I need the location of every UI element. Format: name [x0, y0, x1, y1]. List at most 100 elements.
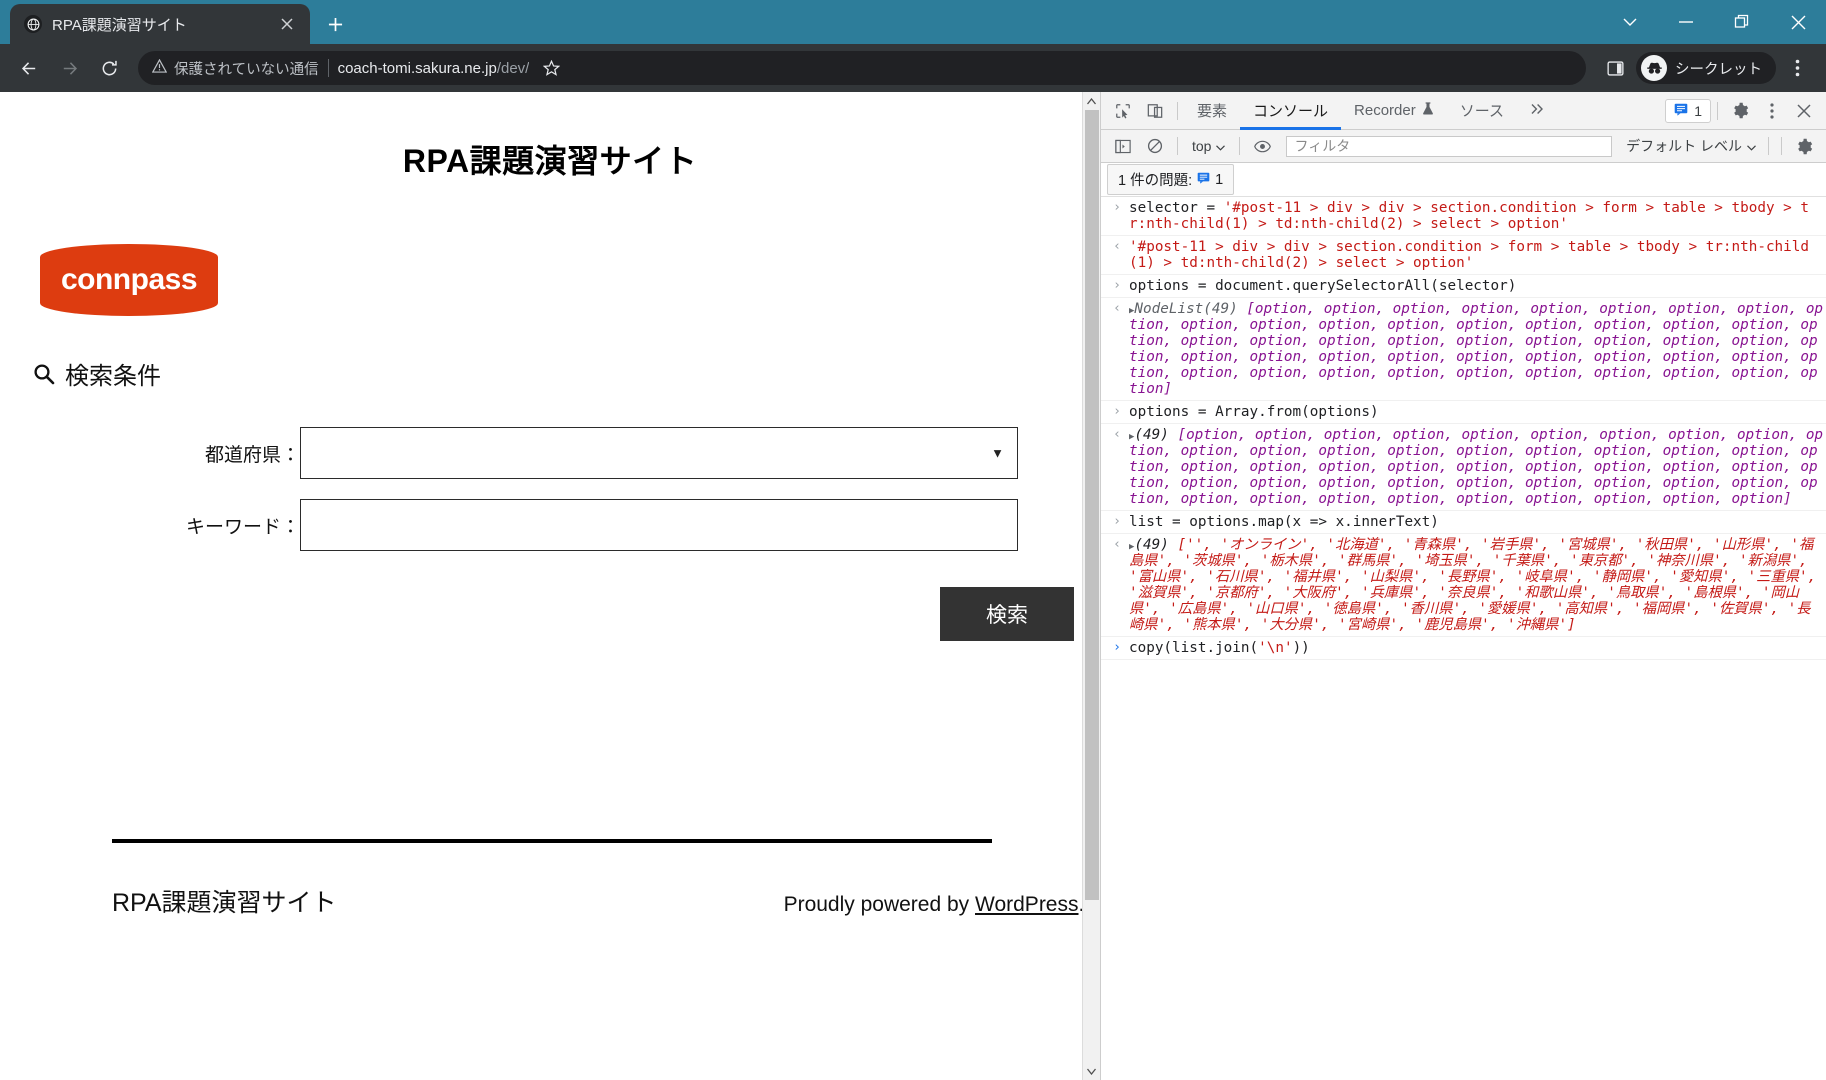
footer-site-name: RPA課題演習サイト: [112, 889, 337, 917]
console-result-string-array: ▶(49) ['', 'オンライン', '北海道', '青森県', '岩手県',…: [1129, 537, 1825, 633]
search-condition-heading: 検索条件: [0, 316, 1100, 391]
console-row-gutter-icon: ›: [1113, 404, 1121, 419]
console-row-gutter-icon: ›: [1113, 514, 1121, 529]
console-row: › list = options.map(x => x.innerText): [1101, 511, 1826, 534]
side-panel-icon[interactable]: [1596, 49, 1634, 87]
tab-console[interactable]: コンソール: [1240, 92, 1342, 130]
security-warning[interactable]: 保護されていない通信: [151, 58, 319, 79]
chevron-down-icon[interactable]: [1602, 0, 1658, 44]
device-toolbar-icon[interactable]: [1139, 96, 1171, 126]
chevron-down-icon: [1747, 138, 1756, 154]
incognito-indicator[interactable]: シークレット: [1636, 52, 1776, 84]
forward-button[interactable]: [50, 49, 88, 87]
window-controls: [1602, 0, 1826, 44]
console-filter-input[interactable]: フィルタ: [1286, 135, 1613, 157]
toolbar-right-actions: シークレット: [1596, 49, 1816, 87]
console-input-expression: options = document.querySelectorAll(sele…: [1129, 278, 1517, 294]
prefecture-select-wrapper: オンライン北海道青森県岩手県宮城県秋田県山形県福島県茨城県栃木県群馬県埼玉県千葉…: [300, 427, 1018, 479]
issues-summary-count: 1: [1215, 171, 1224, 188]
clear-console-icon[interactable]: [1139, 131, 1171, 161]
wordpress-link[interactable]: WordPress: [975, 893, 1078, 916]
tab-recorder[interactable]: Recorder: [1341, 92, 1447, 130]
filterbar-divider-2: [1239, 137, 1241, 155]
console-settings-gear-icon[interactable]: [1788, 131, 1820, 161]
tab-elements[interactable]: 要素: [1184, 92, 1240, 130]
search-form: 都道府県： オンライン北海道青森県岩手県宮城県秋田県山形県福島県茨城県栃木県群馬…: [0, 391, 1100, 641]
connpass-logo-wrapper: connpass: [0, 182, 1100, 316]
security-warning-label: 保護されていない通信: [174, 61, 319, 78]
gear-icon[interactable]: [1724, 96, 1756, 126]
toolbar-divider: [1177, 101, 1178, 120]
console-input-expression: copy(list.join('\n')): [1129, 640, 1310, 656]
console-echo-value: '#post-11 > div > div > section.conditio…: [1129, 239, 1809, 271]
url-path: /dev/: [496, 59, 530, 77]
inspect-element-icon[interactable]: [1107, 96, 1139, 126]
close-icon[interactable]: [276, 13, 298, 35]
console-input-expression: list = options.map(x => x.innerText): [1129, 514, 1439, 530]
console-result-collection: ▶(49) [option, option, option, option, o…: [1129, 427, 1824, 507]
log-level-label: デフォルト レベル: [1626, 138, 1742, 154]
browser-toolbar: 保護されていない通信 coach-tomi.sakura.ne.jp/dev/ …: [0, 44, 1826, 92]
scroll-up-arrow-icon[interactable]: [1083, 92, 1101, 110]
minimize-icon[interactable]: [1658, 0, 1714, 44]
console-row: › options = Array.from(options): [1101, 401, 1826, 424]
browser-tab[interactable]: RPA課題演習サイト: [10, 4, 310, 44]
star-icon[interactable]: [538, 55, 564, 81]
three-dot-menu-icon[interactable]: [1778, 49, 1816, 87]
tab-sources[interactable]: ソース: [1447, 92, 1517, 130]
omnibox-divider: [327, 59, 329, 77]
close-icon[interactable]: [1788, 96, 1820, 126]
console-row: ‹ '#post-11 > div > div > section.conditi…: [1101, 236, 1826, 275]
new-tab-button[interactable]: [318, 7, 352, 41]
filterbar-divider-3: [1768, 137, 1769, 155]
scrollbar-track[interactable]: [1083, 110, 1101, 1062]
close-icon[interactable]: [1770, 0, 1826, 44]
address-bar[interactable]: 保護されていない通信 coach-tomi.sakura.ne.jp/dev/: [138, 51, 1586, 85]
page-viewport: RPA課題演習サイト connpass 検索条件 都道府県： ▼ キーワード： …: [0, 92, 1100, 1080]
issues-summary-chip[interactable]: 1 件の問題: 1: [1107, 164, 1235, 195]
prefecture-select[interactable]: オンライン北海道青森県岩手県宮城県秋田県山形県福島県茨城県栃木県群馬県埼玉県千葉…: [300, 427, 1018, 479]
flask-icon: [1422, 102, 1434, 119]
tab-title: RPA課題演習サイト: [52, 16, 187, 34]
console-sidebar-icon[interactable]: [1107, 131, 1139, 161]
maximize-icon[interactable]: [1714, 0, 1770, 44]
reload-button[interactable]: [90, 49, 128, 87]
devtools-panel: 要素 コンソール Recorder ソース 1 top フィルタ デフォルト レ…: [1100, 92, 1826, 1080]
issues-summary-bar: 1 件の問題: 1: [1101, 163, 1826, 197]
log-level-selector[interactable]: デフォルト レベル: [1620, 136, 1762, 156]
submit-row: 検索: [0, 571, 1100, 641]
execution-context-label: top: [1192, 138, 1212, 154]
scroll-down-arrow-icon[interactable]: [1083, 1062, 1101, 1080]
devtools-toolbar: 要素 コンソール Recorder ソース 1: [1101, 92, 1826, 130]
back-button[interactable]: [10, 49, 48, 87]
toolbar-divider-2: [1717, 101, 1718, 120]
browser-titlebar: RPA課題演習サイト: [0, 0, 1826, 44]
console-filter-bar: top フィルタ デフォルト レベル: [1101, 130, 1826, 163]
keyword-input[interactable]: [300, 499, 1018, 551]
chevron-right-double-icon: [1530, 102, 1544, 119]
search-button[interactable]: 検索: [940, 587, 1074, 641]
console-input-expression: options = Array.from(options): [1129, 404, 1379, 420]
issues-badge-button[interactable]: 1: [1665, 98, 1711, 123]
search-condition-label: 検索条件: [65, 363, 161, 390]
page-scrollbar[interactable]: [1082, 92, 1100, 1080]
tab-console-label: コンソール: [1253, 103, 1329, 120]
console-output[interactable]: › selector = '#post-11 > div > div > sect…: [1101, 197, 1826, 1080]
tabs-overflow-button[interactable]: [1517, 92, 1557, 130]
url-host: coach-tomi.sakura.ne.jp: [337, 59, 497, 77]
console-row-gutter-icon: ‹: [1113, 239, 1121, 254]
console-row: › copy(list.join('\n')): [1101, 637, 1826, 660]
message-icon: [1674, 103, 1688, 119]
three-dot-menu-icon[interactable]: [1756, 96, 1788, 126]
scrollbar-thumb[interactable]: [1084, 110, 1099, 900]
tab-sources-label: ソース: [1459, 103, 1504, 120]
console-row-gutter-icon: ‹: [1113, 301, 1121, 316]
execution-context-selector[interactable]: top: [1184, 138, 1233, 154]
tab-elements-label: 要素: [1197, 103, 1228, 120]
console-row-gutter-icon: ‹: [1113, 427, 1121, 442]
live-expression-icon[interactable]: [1246, 131, 1278, 161]
prefecture-row: 都道府県： オンライン北海道青森県岩手県宮城県秋田県山形県福島県茨城県栃木県群馬…: [0, 427, 1075, 499]
filterbar-divider: [1177, 137, 1178, 155]
console-filter-placeholder: フィルタ: [1294, 138, 1351, 154]
console-row-gutter-icon: ‹: [1113, 537, 1121, 552]
